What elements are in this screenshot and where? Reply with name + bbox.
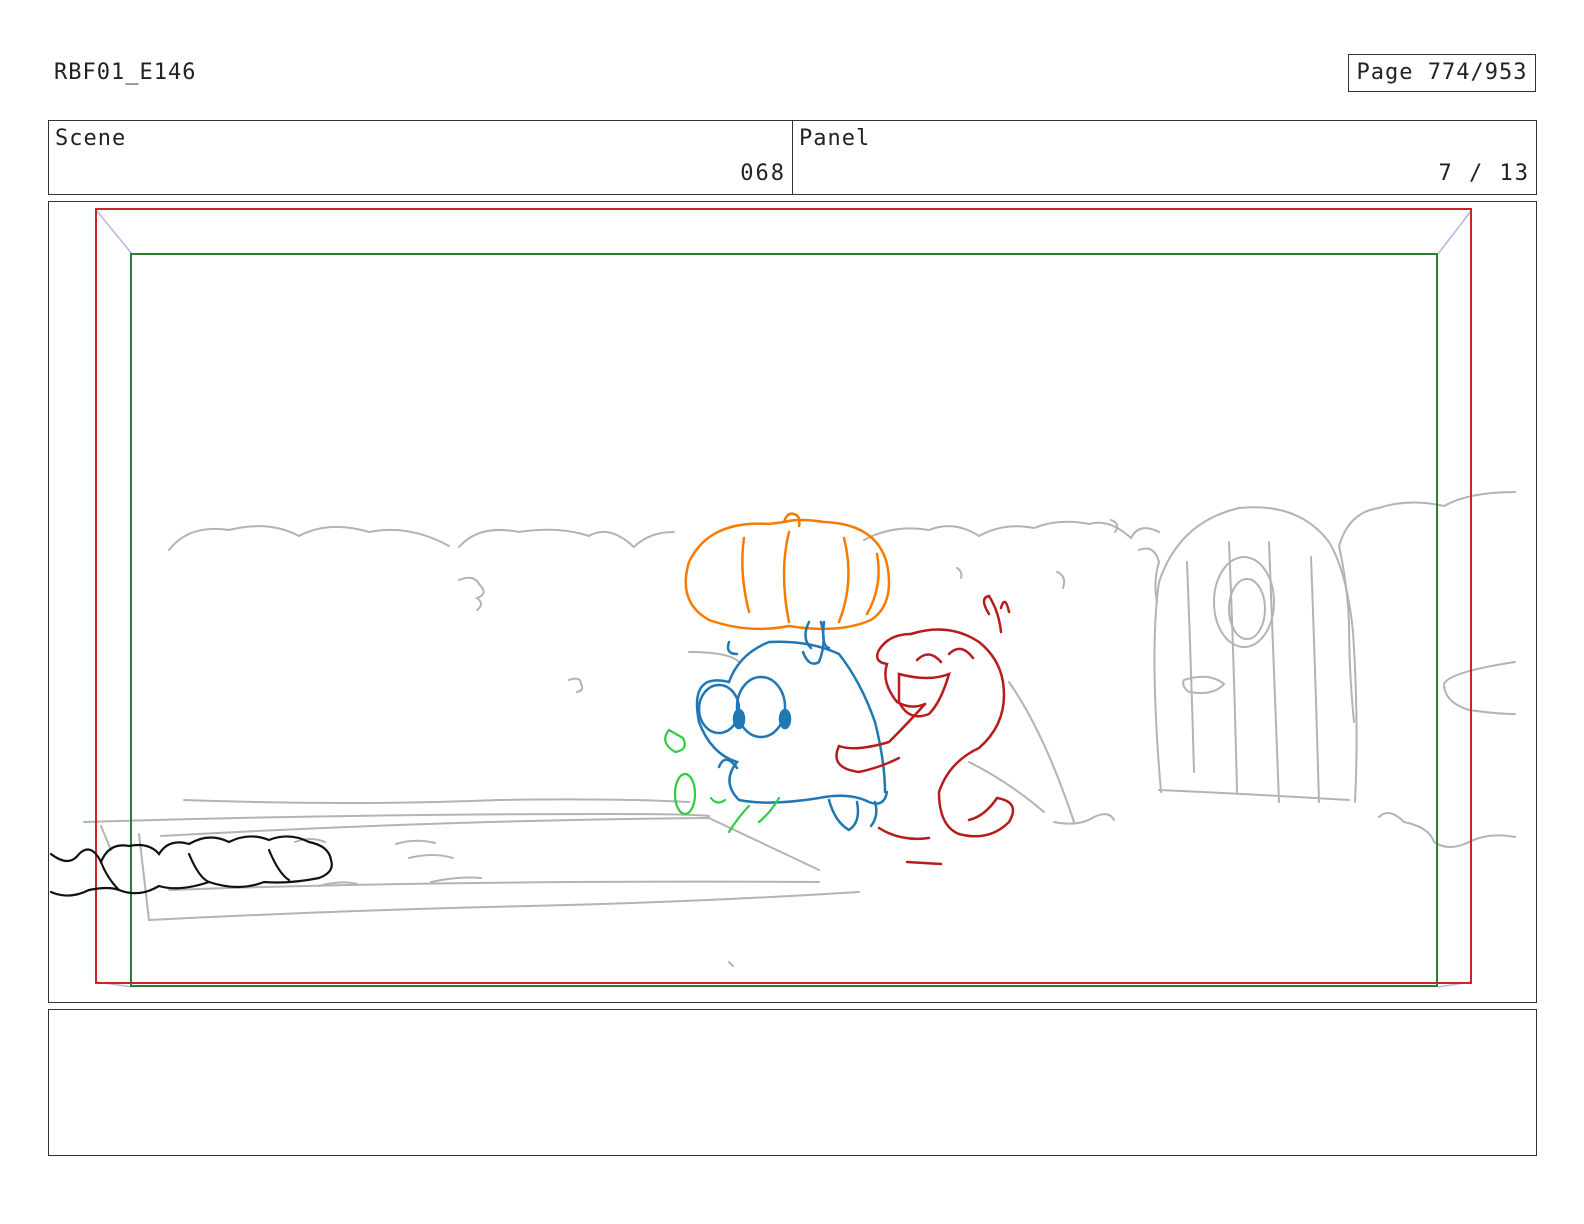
action-safe-frame <box>95 208 1472 984</box>
storyboard-panel <box>48 201 1537 1003</box>
scene-label: Scene <box>55 126 127 151</box>
background-sketch <box>83 491 1516 967</box>
scene-cell: Scene 068 <box>49 121 792 194</box>
scene-number: 068 <box>740 161 786 186</box>
scene-panel-info-table: Scene 068 Panel 7 / 13 <box>48 120 1537 195</box>
storyboard-drawing <box>49 208 1516 988</box>
pumpkin-sketch <box>684 512 891 631</box>
panel-label: Panel <box>799 126 871 151</box>
page-number-box: Page 774/953 <box>1348 54 1536 92</box>
doc-id: RBF01_E146 <box>54 60 197 85</box>
blue-character-sketch <box>695 620 889 832</box>
panel-cell: Panel 7 / 13 <box>792 121 1536 194</box>
green-character-sketch <box>664 728 781 834</box>
title-safe-frame <box>130 253 1438 987</box>
notes-box <box>48 1009 1537 1156</box>
panel-number: 7 / 13 <box>1438 161 1530 186</box>
red-character-sketch <box>835 594 1015 866</box>
